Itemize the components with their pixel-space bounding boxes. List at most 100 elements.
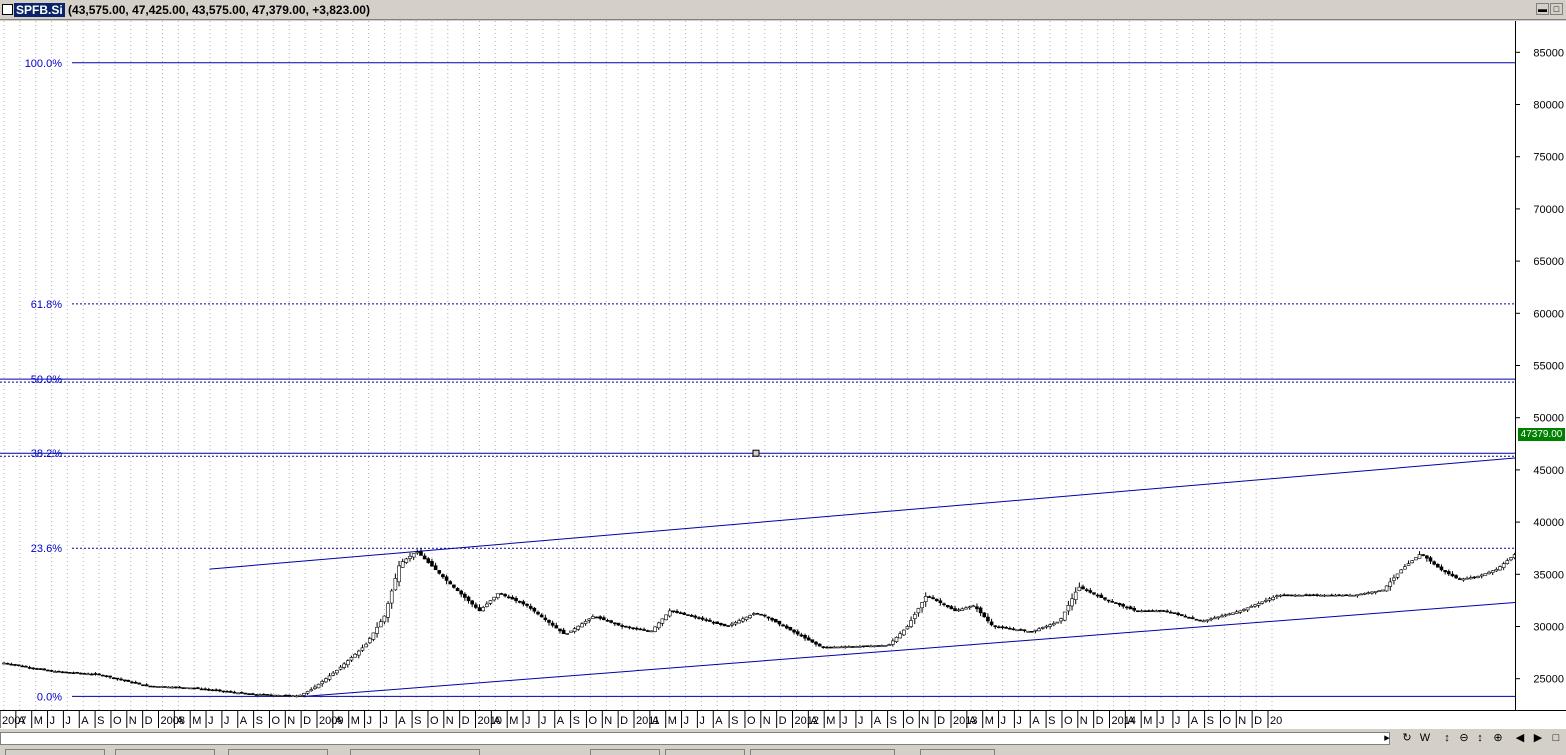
candle-body xyxy=(393,578,398,591)
candle-body xyxy=(1388,581,1393,587)
scroll-right-icon[interactable]: ▸ xyxy=(1380,731,1394,745)
window-icon[interactable] xyxy=(2,4,13,15)
candle-body xyxy=(803,635,807,639)
candle-body xyxy=(759,613,763,616)
candle-body xyxy=(517,600,522,603)
candle-body xyxy=(1307,594,1312,597)
candle-body xyxy=(108,675,112,678)
candle-body xyxy=(1015,629,1019,632)
candle-body xyxy=(302,692,306,696)
candle-body xyxy=(1373,590,1378,593)
candle-body xyxy=(836,646,840,649)
candle-body xyxy=(455,588,460,592)
candle-body xyxy=(444,576,449,581)
candle-body xyxy=(499,593,504,595)
fib-level-label: 50.0% xyxy=(31,374,62,386)
time-label: O xyxy=(1064,715,1073,727)
candle-body xyxy=(97,673,101,676)
chart-plot-area[interactable]: 100.0% 61.8% 50.0% 38.2% 23.6% 0.0% xyxy=(0,21,1566,710)
candle-body xyxy=(1190,617,1195,619)
time-label: A xyxy=(18,715,26,727)
candle-body xyxy=(378,621,383,628)
candle-body xyxy=(1465,577,1469,580)
scroll-back-button[interactable]: ◀ xyxy=(1514,731,1526,745)
candle-body xyxy=(821,646,826,648)
drawing-tools-button[interactable] xyxy=(350,749,480,755)
candle-body xyxy=(773,619,778,623)
toolbar-button[interactable] xyxy=(920,749,995,755)
layout-field[interactable] xyxy=(750,749,895,755)
candle-body xyxy=(997,626,1001,629)
candle-body xyxy=(1143,610,1147,612)
candle-body xyxy=(452,584,456,588)
scale-icon[interactable]: ↕ xyxy=(1474,731,1486,745)
candle-body xyxy=(1172,612,1177,614)
fib-anchor-handle xyxy=(752,449,760,457)
color-palette-button[interactable] xyxy=(228,749,328,755)
time-label: A xyxy=(715,715,723,727)
zoom-out-icon[interactable]: ⊖ xyxy=(1458,731,1470,745)
candle-body xyxy=(470,600,474,605)
candle-body xyxy=(543,617,548,620)
candle-body xyxy=(474,604,478,608)
candle-body xyxy=(605,620,610,622)
vertical-stretch-icon[interactable]: ↕ xyxy=(1442,731,1452,745)
candle-body xyxy=(594,616,599,619)
toolbar-button[interactable] xyxy=(115,749,215,755)
symbol-field[interactable] xyxy=(590,749,660,755)
candle-body xyxy=(609,620,613,623)
candle-body xyxy=(1315,594,1319,596)
candle-body xyxy=(1293,594,1297,597)
candle-body xyxy=(247,693,251,695)
minimize-button[interactable]: ▬ xyxy=(1536,3,1549,15)
interval-field[interactable] xyxy=(665,749,745,755)
candle-body xyxy=(1457,578,1462,580)
dock-icon[interactable]: □ xyxy=(1550,731,1562,745)
candle-body xyxy=(1410,560,1415,564)
candle-body xyxy=(880,645,884,647)
candle-body xyxy=(1355,594,1360,597)
horizontal-scrollbar[interactable] xyxy=(0,732,1390,745)
candle-body xyxy=(576,625,581,630)
candle-body xyxy=(57,670,61,673)
candle-body xyxy=(700,617,705,620)
candle-body xyxy=(1267,598,1272,601)
time-label: D xyxy=(145,715,153,727)
candle-body xyxy=(689,615,694,617)
candle-body xyxy=(1165,610,1169,613)
candle-body xyxy=(115,677,120,680)
time-label: N xyxy=(921,715,929,727)
candle-body xyxy=(660,618,665,624)
period-button[interactable]: W xyxy=(1418,731,1432,745)
candle-body xyxy=(876,645,880,647)
chart-window-titlebar: SPFB.Si (43,575.00, 47,425.00, 43,575.00… xyxy=(0,0,1566,20)
candle-body xyxy=(265,694,270,696)
candle-body xyxy=(1238,610,1243,613)
zoom-in-icon[interactable]: ⊕ xyxy=(1492,731,1504,745)
candle-body xyxy=(1121,604,1126,607)
candle-body xyxy=(1103,597,1107,600)
candle-body xyxy=(949,606,954,610)
candle-body xyxy=(883,645,888,647)
candle-body xyxy=(653,626,657,632)
time-label: S xyxy=(1048,715,1055,727)
maximize-button[interactable]: □ xyxy=(1550,3,1563,15)
refresh-icon[interactable]: ↻ xyxy=(1402,731,1412,745)
toolbar-button[interactable] xyxy=(5,749,105,755)
last-price-tag: 47379.00 xyxy=(1518,428,1565,441)
fib-level-label: 100.0% xyxy=(25,58,63,70)
candle-body xyxy=(1403,566,1407,570)
candle-body xyxy=(730,623,734,626)
candle-body xyxy=(250,693,255,695)
candle-body xyxy=(174,686,178,689)
candle-body xyxy=(192,687,196,690)
time-label: N xyxy=(1080,715,1088,727)
candle-body xyxy=(1201,620,1206,623)
candle-body xyxy=(185,687,189,690)
candle-body xyxy=(232,691,237,694)
candle-body xyxy=(587,618,592,621)
candle-body xyxy=(309,689,314,692)
candle-body xyxy=(872,645,877,648)
scroll-forward-button[interactable]: ▶ xyxy=(1532,731,1544,745)
candle-body xyxy=(287,694,292,697)
